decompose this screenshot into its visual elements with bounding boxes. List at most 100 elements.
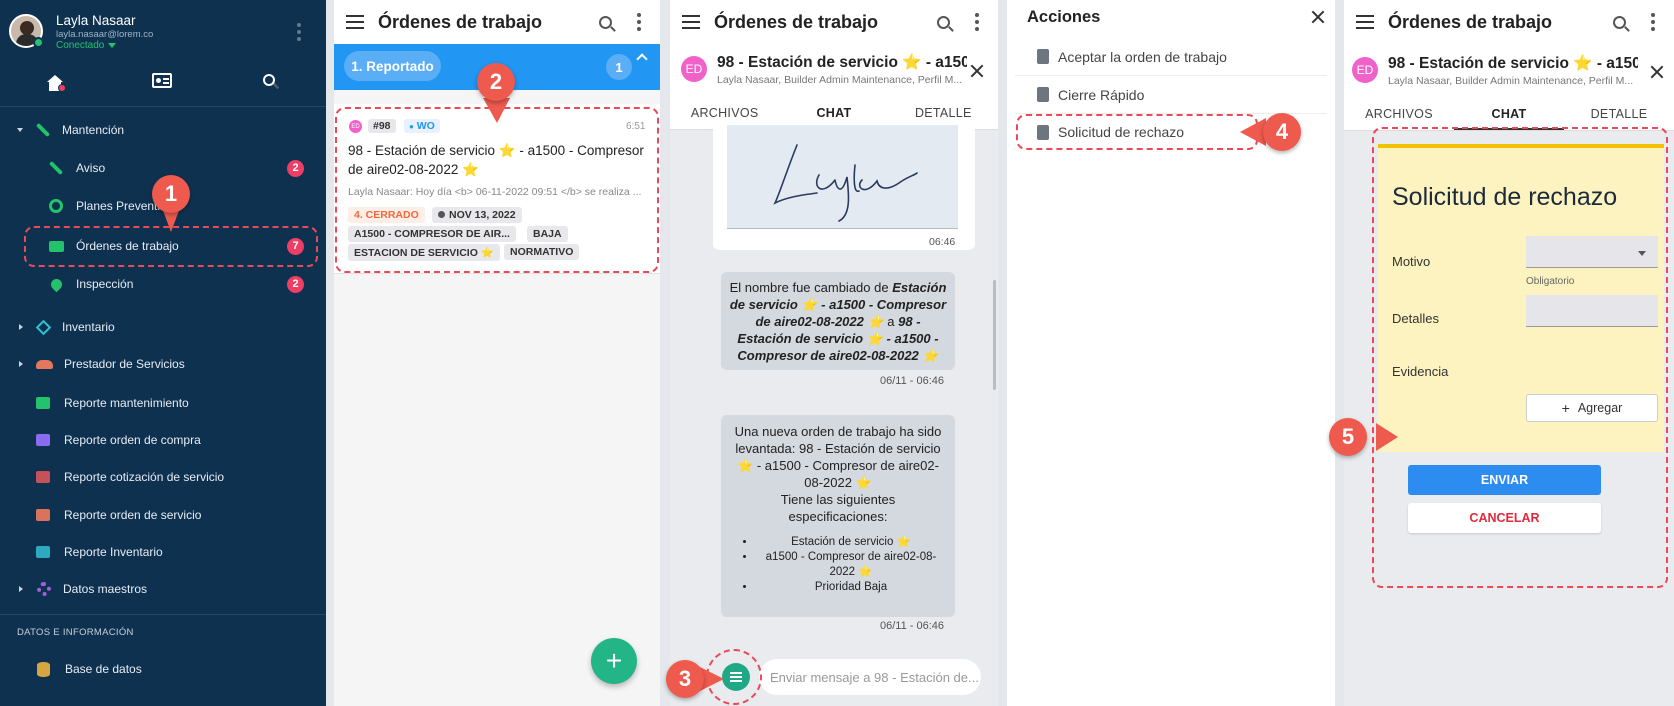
group-count: 1: [606, 54, 632, 80]
action-label: Solicitud de rechazo: [1058, 124, 1185, 140]
gear-icon: [37, 582, 51, 596]
dot-icon: [438, 211, 445, 218]
search-icon[interactable]: [263, 74, 279, 89]
motivo-help: Obligatorio: [1526, 276, 1575, 287]
wrench-icon: [48, 160, 64, 176]
plus-icon: +: [1561, 400, 1570, 416]
plus-icon: +: [605, 645, 623, 676]
sidebar-item-label: Reporte Inventario: [64, 545, 163, 559]
actions-panel: Acciones Aceptar la orden de trabajo Cie…: [1007, 0, 1335, 706]
chevron-right-icon: [19, 586, 23, 592]
date-label: NOV 13, 2022: [449, 209, 516, 221]
sidebar-item-label: Mantención: [62, 123, 125, 137]
message-time: 06:46: [929, 236, 956, 248]
kebab-icon[interactable]: [622, 5, 656, 39]
home-icon[interactable]: [46, 75, 66, 92]
message-input[interactable]: Enviar mensaje a 98 - Estación de...: [759, 659, 981, 695]
app-bar: Órdenes de trabajo: [670, 0, 998, 44]
tab-archivos[interactable]: ARCHIVOS: [1344, 100, 1454, 130]
badge-count: 2: [287, 159, 304, 177]
search-icon[interactable]: [1602, 5, 1636, 39]
wo-subtitle: Layla Nasaar, Builder Admin Maintenance,…: [1388, 75, 1634, 87]
action-label: Aceptar la orden de trabajo: [1058, 48, 1227, 65]
sidebar-item-inspeccion[interactable]: Inspección 2: [0, 266, 326, 302]
sidebar-item-datos-maestros[interactable]: Datos maestros: [0, 571, 326, 607]
clipboard-icon: [1037, 49, 1049, 64]
signature-image[interactable]: [727, 125, 958, 229]
chevron-right-icon: [19, 324, 23, 330]
sidebar-item-reporte-mantenimiento[interactable]: Reporte mantenimiento: [0, 385, 326, 421]
message-text: El nombre fue cambiado de: [729, 280, 893, 295]
motivo-select[interactable]: [1526, 236, 1658, 268]
sidebar-item-label: Reporte orden de servicio: [64, 508, 202, 522]
app-bar: Órdenes de trabajo: [1344, 0, 1674, 44]
database-icon: [37, 661, 50, 677]
caret-down-icon: [108, 43, 117, 48]
list-item: a1500 - Compresor de aire02-08-2022 ⭐: [756, 550, 946, 580]
wo-avatar: ED: [1352, 57, 1378, 83]
status-selector[interactable]: Conectado: [56, 40, 117, 51]
tab-detalle[interactable]: DETALLE: [1564, 100, 1674, 130]
sidebar-item-prestador[interactable]: Prestador de Servicios: [0, 346, 326, 382]
card-id: #98: [368, 119, 396, 133]
detalles-input[interactable]: [1526, 295, 1658, 327]
message-time: 06/11 - 06:46: [880, 375, 945, 387]
status-label: Conectado: [56, 40, 105, 51]
menu-icon[interactable]: [346, 15, 364, 29]
chat-message: Una nueva orden de trabajo ha sido levan…: [721, 415, 955, 617]
tag-chip: ESTACION DE SERVICIO ⭐: [348, 244, 500, 261]
add-button[interactable]: +: [591, 638, 637, 684]
work-orders-list-panel: Órdenes de trabajo 1. Reportado 1 ED #98…: [334, 0, 660, 706]
app-bar: Órdenes de trabajo: [334, 0, 660, 44]
actions-button[interactable]: [722, 663, 750, 691]
tag-chip: NORMATIVO: [504, 244, 580, 260]
action-item-cierre[interactable]: Cierre Rápido: [1015, 76, 1327, 114]
list-item: Prioridad Baja: [756, 580, 946, 595]
group-label-pill: 1. Reportado: [344, 51, 441, 81]
map-pin-icon: [48, 276, 65, 292]
add-evidence-button[interactable]: + Agregar: [1526, 394, 1658, 422]
user-icon: ●: [409, 122, 414, 131]
grid-icon: [36, 397, 50, 409]
spec-list: Estación de servicio ⭐ a1500 - Compresor…: [730, 535, 946, 595]
action-item-aceptar[interactable]: Aceptar la orden de trabajo: [1015, 38, 1327, 76]
menu-icon[interactable]: [1356, 15, 1374, 29]
tab-chat[interactable]: CHAT: [1454, 100, 1564, 130]
sidebar-item-reporte-cotizacion[interactable]: Reporte cotización de servicio: [0, 459, 326, 495]
search-icon[interactable]: [588, 5, 622, 39]
notification-dot: [58, 84, 66, 92]
card-preview: Layla Nasaar: Hoy día <b> 06-11-2022 09:…: [348, 186, 642, 198]
form-title: Solicitud de rechazo: [1392, 183, 1618, 211]
close-icon[interactable]: [970, 64, 984, 78]
sidebar-item-ordenes[interactable]: Órdenes de trabajo 7: [0, 228, 326, 264]
sidebar: Layla Nasaar layla.nasaar@lorem.co Conec…: [0, 0, 326, 706]
kebab-icon[interactable]: [297, 23, 301, 41]
section-label: DATOS E INFORMACIÓN: [17, 627, 134, 638]
callout-4: 4: [1263, 113, 1301, 151]
list-item: Estación de servicio ⭐: [756, 535, 946, 550]
sidebar-item-reporte-servicio[interactable]: Reporte orden de servicio: [0, 497, 326, 533]
cancel-button[interactable]: CANCELAR: [1408, 503, 1601, 533]
close-icon[interactable]: [1311, 10, 1325, 24]
kebab-icon[interactable]: [1636, 5, 1670, 39]
menu-icon[interactable]: [682, 15, 700, 29]
card-title: 98 - Estación de servicio ⭐ - a1500 - Co…: [348, 143, 644, 177]
sidebar-item-label: Reporte cotización de servicio: [64, 470, 225, 484]
sidebar-item-reporte-inventario[interactable]: Reporte Inventario: [0, 534, 326, 570]
divider: [0, 614, 326, 615]
search-icon[interactable]: [926, 5, 960, 39]
sidebar-item-inventario[interactable]: Inventario: [0, 309, 326, 345]
input-placeholder: Enviar mensaje a 98 - Estación de...: [770, 669, 979, 685]
caret-down-icon: [1638, 251, 1646, 256]
close-icon[interactable]: [1650, 65, 1664, 79]
card-time: 6:51: [626, 121, 646, 132]
kebab-icon[interactable]: [960, 5, 994, 39]
send-button[interactable]: ENVIAR: [1408, 465, 1601, 495]
chevron-down-icon: [17, 128, 23, 132]
sidebar-item-mantencion[interactable]: Mantención: [0, 112, 326, 148]
sidebar-item-base-datos[interactable]: Base de datos: [0, 651, 326, 687]
sidebar-item-reporte-compra[interactable]: Reporte orden de compra: [0, 422, 326, 458]
scrollbar[interactable]: [993, 280, 996, 390]
briefcase-icon: [49, 240, 64, 252]
id-card-icon[interactable]: [152, 73, 172, 88]
